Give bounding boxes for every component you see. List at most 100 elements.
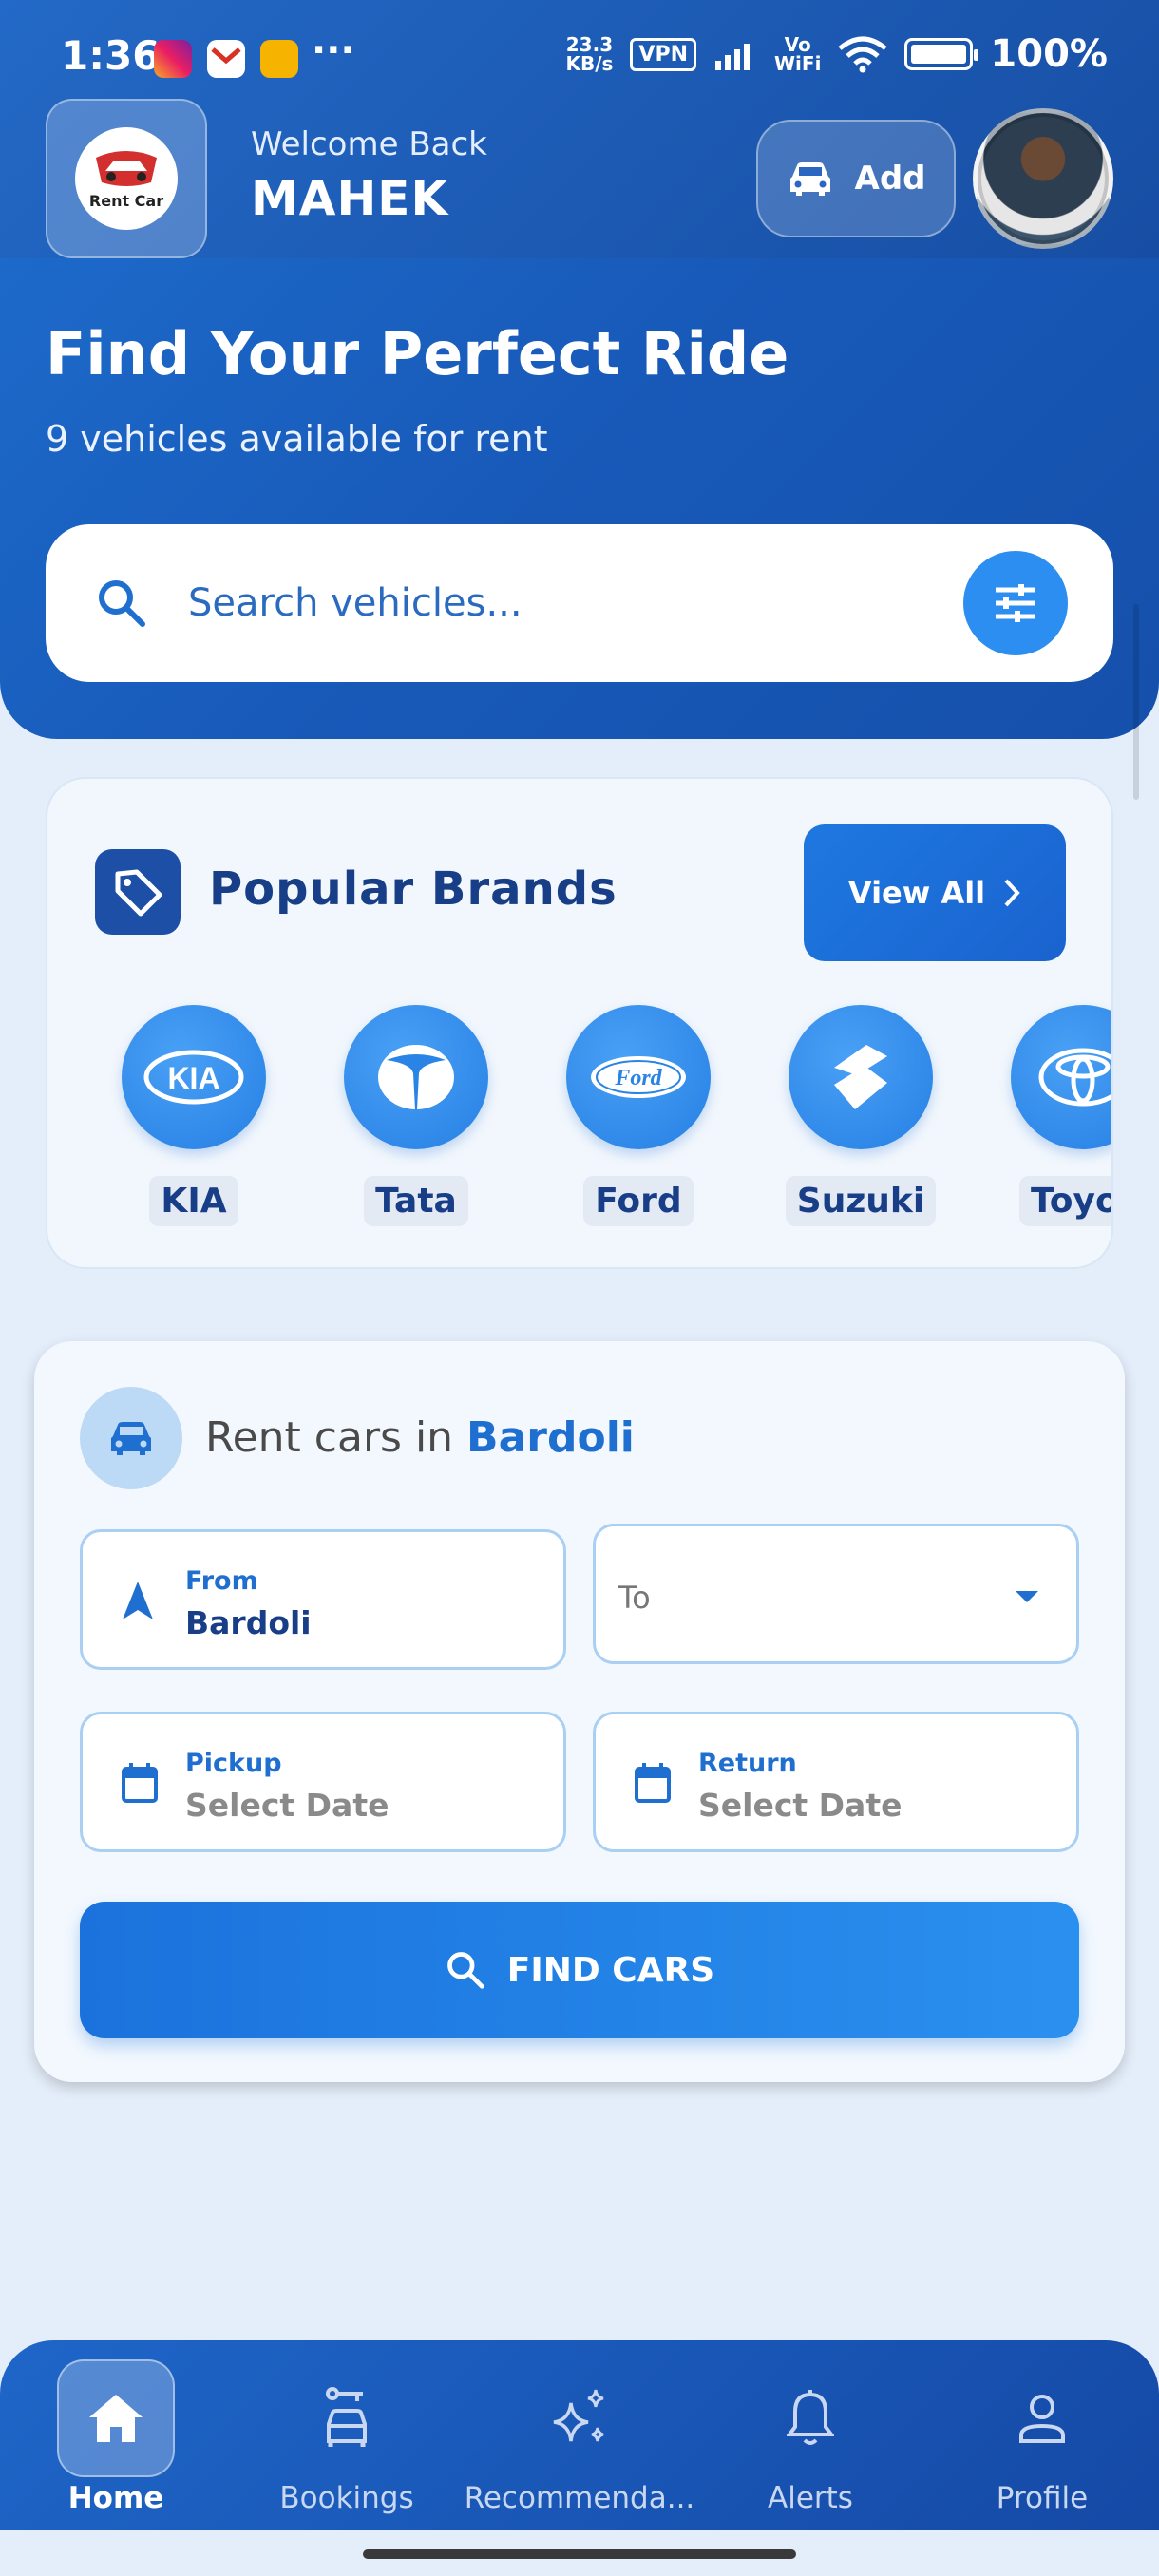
brand-toyota[interactable]: Toyot: [1007, 1005, 1112, 1226]
brand-label: Tata: [364, 1176, 468, 1226]
app-logo[interactable]: Rent Car: [46, 99, 207, 258]
kia-logo-icon: KIA: [122, 1005, 266, 1149]
brand-kia[interactable]: KIA KIA: [118, 1005, 270, 1226]
ford-logo-icon: Ford: [566, 1005, 711, 1149]
popular-brands-title: Popular Brands: [209, 862, 618, 916]
search-bar[interactable]: Search vehicles...: [46, 524, 1113, 682]
logo-text: Rent Car: [88, 191, 164, 210]
nav-bookings[interactable]: Bookings: [233, 2378, 461, 2515]
status-right: 23.3 KB/s VPN Vo WiFi 100%: [565, 32, 1108, 76]
status-time: 1:36: [61, 32, 161, 79]
nav-label: Profile: [996, 2481, 1089, 2515]
car-icon: [111, 1422, 151, 1455]
page-scrollbar[interactable]: [1133, 604, 1139, 800]
volte-wifi-label: Vo WiFi: [773, 33, 822, 75]
car-rental-icon: [326, 2387, 367, 2447]
nav-profile-icon-wrap: [983, 2359, 1101, 2477]
bell-icon: [787, 2390, 834, 2445]
brand-tata[interactable]: Tata: [340, 1005, 492, 1226]
nav-home-highlight: [57, 2359, 175, 2477]
suzuki-logo-icon: [788, 1005, 933, 1149]
tata-logo-icon: [344, 1005, 488, 1149]
pickup-value: Select Date: [185, 1787, 390, 1824]
more-notifications-icon: ···: [312, 28, 355, 72]
view-all-label: View All: [847, 875, 986, 911]
tag-tile: [95, 849, 180, 935]
to-placeholder: To: [618, 1580, 651, 1616]
svg-text:Ford: Ford: [614, 1066, 662, 1090]
dropdown-arrow-icon: [1016, 1591, 1038, 1602]
filter-sliders-icon: [996, 584, 1036, 622]
car-icon: [789, 162, 830, 196]
welcome-text: Welcome Back: [251, 125, 487, 163]
notes-app-icon: [260, 40, 298, 78]
return-label: Return: [698, 1749, 797, 1778]
search-icon: [446, 1952, 484, 1989]
brand-ford[interactable]: Ford Ford: [562, 1005, 714, 1226]
gesture-handle[interactable]: [363, 2549, 796, 2559]
nav-home[interactable]: Home: [2, 2359, 230, 2515]
hero-title: Find Your Perfect Ride: [46, 319, 789, 388]
nav-label: Alerts: [768, 2481, 853, 2515]
add-button-label: Add: [854, 160, 926, 198]
rent-car-logo: Rent Car: [75, 127, 178, 230]
home-icon: [89, 2395, 142, 2442]
toyota-logo-icon: [1011, 1005, 1112, 1149]
from-value: Bardoli: [185, 1604, 312, 1641]
logo-car-icon: [96, 150, 157, 186]
wifi-icon: [838, 36, 888, 73]
pickup-date-field[interactable]: Pickup Select Date: [80, 1712, 566, 1852]
from-field[interactable]: From Bardoli: [80, 1529, 566, 1670]
add-vehicle-button[interactable]: Add: [756, 120, 956, 237]
brand-label: Toyot: [1019, 1176, 1112, 1226]
navigation-arrow-icon: [123, 1582, 153, 1619]
nav-alerts[interactable]: Alerts: [696, 2378, 924, 2515]
pickup-label: Pickup: [185, 1749, 282, 1778]
nav-recommendations-icon-wrap: [521, 2359, 638, 2477]
return-date-field[interactable]: Return Select Date: [593, 1712, 1079, 1852]
battery-icon: [904, 38, 979, 70]
bottom-navigation: Home Bookings Recommenda... Alerts Profi…: [0, 2340, 1159, 2530]
brand-label: Suzuki: [785, 1176, 937, 1226]
svg-text:KIA: KIA: [167, 1061, 219, 1095]
to-dropdown[interactable]: To: [593, 1524, 1079, 1664]
car-bubble: [80, 1387, 182, 1489]
nav-profile[interactable]: Profile: [928, 2378, 1156, 2515]
nav-recommendations[interactable]: Recommenda...: [464, 2378, 695, 2515]
vehicle-count-text: 9 vehicles available for rent: [46, 418, 548, 460]
rent-cars-card: Rent cars in Bardoli From Bardoli To Pic…: [34, 1341, 1125, 2082]
username: MAHEK: [251, 171, 449, 226]
filter-button[interactable]: [963, 551, 1068, 655]
chevron-right-icon: [1004, 879, 1020, 907]
calendar-icon: [122, 1763, 158, 1803]
from-label: From: [185, 1566, 258, 1596]
brand-suzuki[interactable]: Suzuki: [785, 1005, 937, 1226]
profile-avatar[interactable]: [973, 108, 1113, 249]
tag-icon: [115, 869, 162, 917]
nav-label: Bookings: [279, 2481, 414, 2515]
nav-bookings-icon-wrap: [288, 2359, 406, 2477]
find-cars-label: FIND CARS: [506, 1950, 715, 1990]
nav-label: Home: [67, 2481, 164, 2515]
brand-label: KIA: [149, 1176, 238, 1226]
find-cars-button[interactable]: FIND CARS: [80, 1902, 1079, 2038]
rent-city: Bardoli: [466, 1413, 635, 1462]
person-icon: [1019, 2395, 1065, 2443]
instagram-icon: [154, 40, 192, 78]
view-all-button[interactable]: View All: [804, 824, 1066, 961]
rent-title-prefix: Rent cars in: [205, 1413, 467, 1462]
network-speed: 23.3 KB/s: [565, 33, 614, 75]
nav-alerts-icon-wrap: [751, 2359, 869, 2477]
search-icon: [99, 580, 145, 627]
signal-icon: [714, 44, 750, 70]
calendar-icon: [635, 1763, 671, 1803]
gmail-icon: [207, 40, 245, 78]
nav-label: Recommenda...: [464, 2481, 695, 2515]
rent-cars-title: Rent cars in Bardoli: [205, 1413, 635, 1462]
battery-percent: 100%: [990, 32, 1108, 76]
sparkle-icon: [553, 2389, 604, 2442]
vpn-badge: VPN: [630, 37, 696, 71]
brand-label: Ford: [583, 1176, 694, 1226]
search-input[interactable]: Search vehicles...: [188, 581, 522, 625]
popular-brands-card: Popular Brands View All KIA KIA Tata For…: [46, 777, 1113, 1269]
